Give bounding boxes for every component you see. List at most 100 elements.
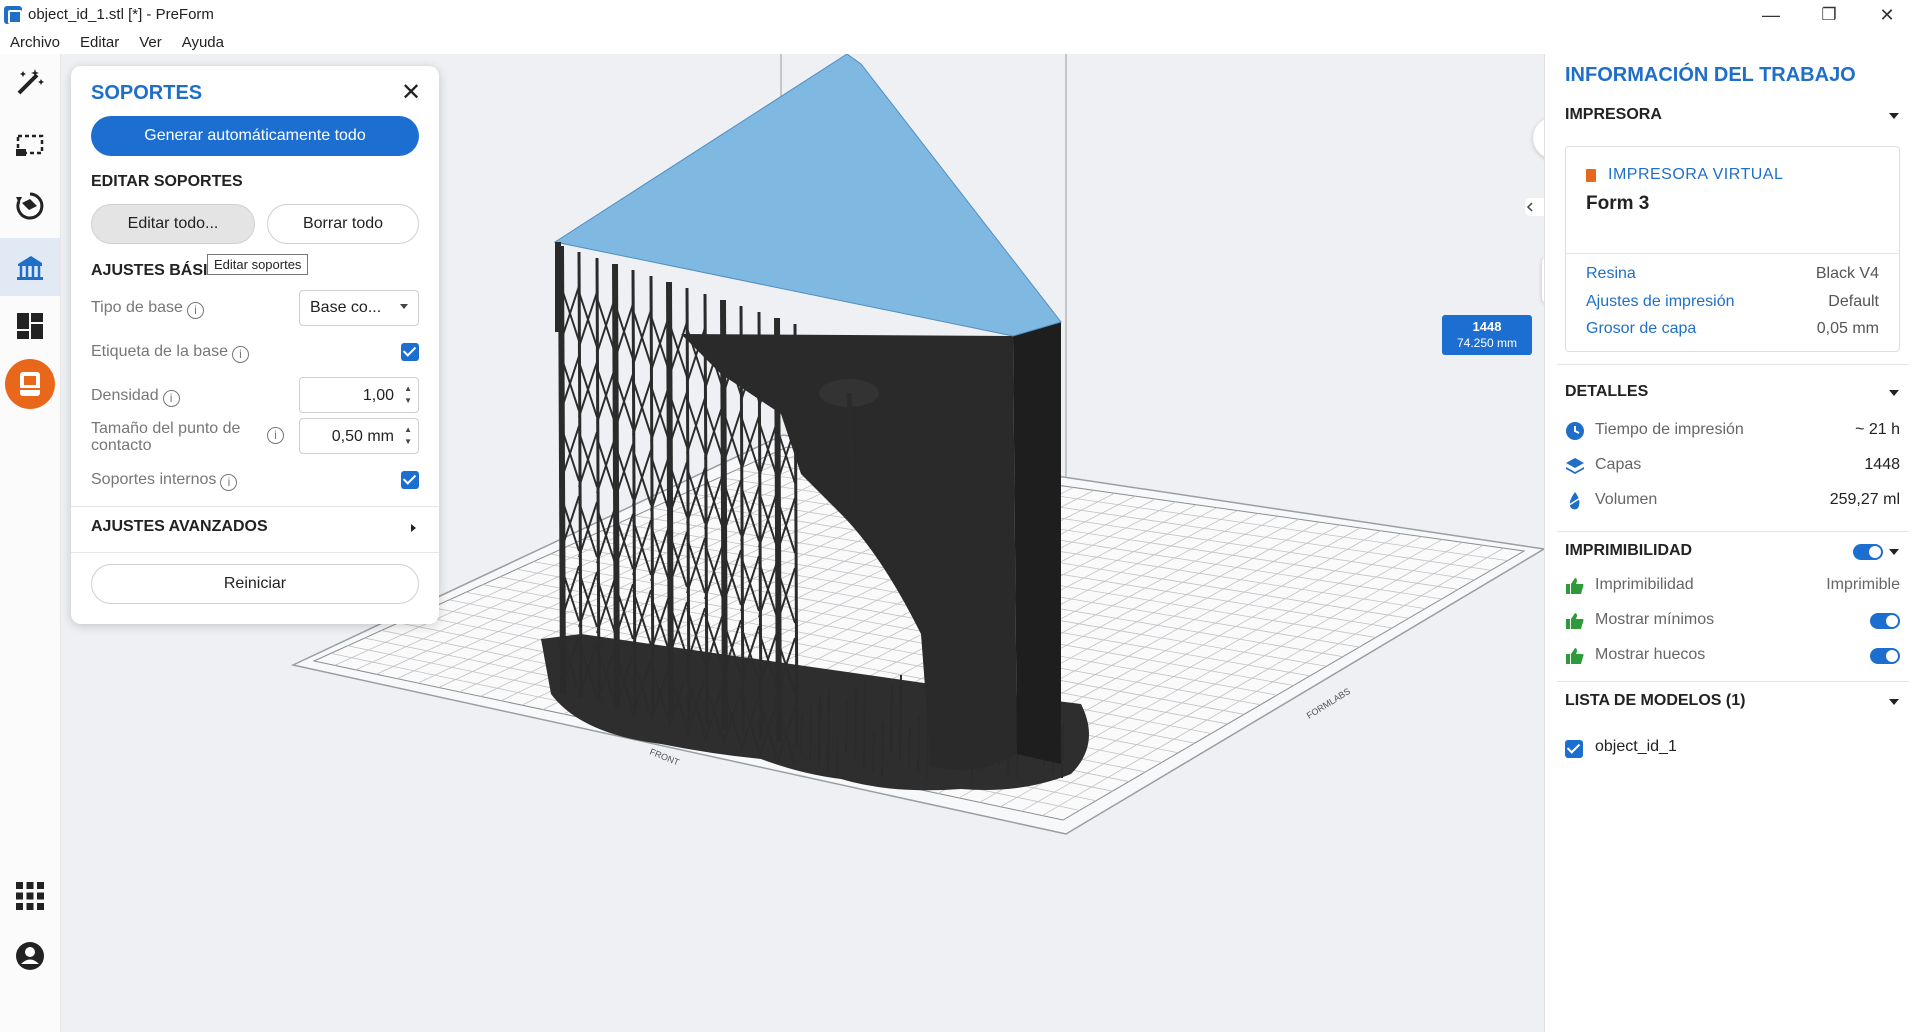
chevron-right-icon[interactable] [411,524,416,532]
magic-wand-icon [17,69,44,95]
stepper-arrows-icon[interactable]: ▲ ▼ [404,424,412,448]
model-selected-face [553,54,1062,337]
print-settings-label[interactable]: Ajustes de impresión [1586,293,1735,311]
model-name[interactable]: object_id_1 [1595,738,1677,756]
info-icon[interactable]: i [186,302,204,319]
menu-editar[interactable]: Editar [70,30,129,54]
resin-label[interactable]: Resina [1586,265,1636,283]
printer-name: Form 3 [1586,193,1650,214]
internal-supports-text: Soportes internos [91,471,217,488]
edit-all-button[interactable]: Editar todo... [91,204,255,244]
magic-wand-tool[interactable] [0,54,60,110]
printability-section-toggle[interactable]: IMPRIMIBILIDAD [1565,542,1692,560]
restore-button[interactable]: ❐ [1801,0,1857,30]
clock-icon [1566,422,1584,440]
chevron-right-icon [1533,117,1544,159]
divider [71,552,439,553]
next-step-button[interactable] [1533,117,1544,159]
account-icon [16,942,44,970]
printer-card[interactable]: IMPRESORA VIRTUAL Form 3 Resina Black V4… [1565,146,1900,352]
volume-icon [1568,492,1583,510]
touchpoint-value: 0,50 mm [331,428,394,445]
chevron-down-icon [400,304,408,309]
delete-all-button[interactable]: Borrar todo [267,204,419,244]
select-box-tool[interactable] [0,116,60,172]
details-section-toggle[interactable]: DETALLES [1565,383,1648,401]
generate-all-button[interactable]: Generar automáticamente todo [91,116,419,156]
orient-tool[interactable] [0,178,60,234]
volume-value: 259,27 ml [1829,491,1900,508]
divider [1557,364,1909,365]
apps-grid-icon [16,882,44,910]
model-checkbox[interactable] [1565,740,1583,758]
layers-label: Capas [1595,456,1642,473]
job-info-panel: INFORMACIÓN DEL TRABAJO IMPRESORA IMPRES… [1544,54,1920,1032]
density-value: 1,00 [362,387,394,404]
printability-toggle[interactable] [1853,544,1883,560]
platform-front-label: FRONT [648,747,681,768]
layout-icon [17,313,43,339]
layer-thickness-label[interactable]: Grosor de capa [1586,320,1696,338]
job-info-title: INFORMACIÓN DEL TRABAJO [1565,64,1856,86]
show-holes-label: Mostrar huecos [1595,646,1706,663]
reset-button[interactable]: Reiniciar [91,564,419,604]
base-type-label: Tipo de base i [91,299,204,319]
apps-grid-tool[interactable] [0,868,60,924]
models-list-toggle[interactable]: LISTA DE MODELOS (1) [1565,692,1745,710]
supports-tool[interactable] [0,238,60,296]
window-title: object_id_1.stl [*] - PreForm [28,6,214,23]
info-icon[interactable]: i [162,390,180,407]
divider [1557,531,1909,532]
select-box-icon [16,134,44,156]
advanced-settings-toggle[interactable]: AJUSTES AVANZADOS [91,518,268,536]
orient-icon [16,192,44,220]
layers-value: 1448 [1864,456,1900,473]
view-cube-icon [1525,198,1544,216]
density-label: Densidad i [91,387,180,407]
printability-label: Imprimibilidad [1595,576,1694,593]
show-holes-toggle[interactable] [1870,648,1900,664]
chevron-down-icon[interactable] [1889,113,1899,119]
touchpoint-text-1: Tamaño del punto de [91,420,241,437]
menu-ayuda[interactable]: Ayuda [172,30,234,54]
resin-value: Black V4 [1815,265,1879,282]
thumbs-up-icon [1566,578,1584,594]
chevron-down-icon[interactable] [1889,699,1899,705]
printer-section-toggle[interactable]: IMPRESORA [1565,106,1662,124]
density-stepper[interactable]: 1,00 ▲ ▼ [299,377,419,413]
info-icon[interactable]: i [267,427,284,444]
internal-supports-checkbox[interactable] [401,471,419,489]
base-type-select[interactable]: Base co... [299,290,419,326]
close-window-button[interactable]: ✕ [1859,0,1915,30]
info-icon[interactable]: i [220,474,238,491]
layers-icon [1566,458,1584,474]
account-tool[interactable] [0,928,60,984]
chevron-down-icon[interactable] [1889,549,1899,555]
chevron-down-icon[interactable] [1889,390,1899,396]
layer-readout: 1448 74.250 mm [1442,315,1532,355]
menu-archivo[interactable]: Archivo [0,30,70,54]
view-navigation-cross[interactable] [1523,176,1544,238]
supports-panel-title: SOPORTES [91,82,203,104]
layer-height: 74.250 mm [1456,336,1518,350]
stepper-arrows-icon[interactable]: ▲ ▼ [404,383,412,407]
base-label-checkbox[interactable] [401,343,419,361]
info-icon[interactable]: i [232,346,249,363]
touchpoint-stepper[interactable]: 0,50 mm ▲ ▼ [299,418,419,454]
left-toolbar [0,54,61,1032]
layout-tool[interactable] [0,298,60,354]
show-minima-toggle[interactable] [1870,613,1900,629]
print-time-label: Tiempo de impresión [1595,421,1744,438]
minimize-button[interactable]: — [1743,0,1799,30]
edit-supports-tooltip: Editar soportes [207,254,309,275]
printer-icon [1586,169,1596,182]
base-type-text: Tipo de base [91,299,183,316]
layer-thickness-value: 0,05 mm [1816,320,1879,337]
platform-side-label: FORMLABS [1305,686,1352,721]
menu-ver[interactable]: Ver [129,30,172,54]
supports-icon [17,256,43,280]
print-tool[interactable] [0,356,60,412]
close-panel-button[interactable]: ✕ [401,78,421,107]
printer-type: IMPRESORA VIRTUAL [1608,166,1784,183]
internal-supports-label: Soportes internos i [91,471,238,491]
